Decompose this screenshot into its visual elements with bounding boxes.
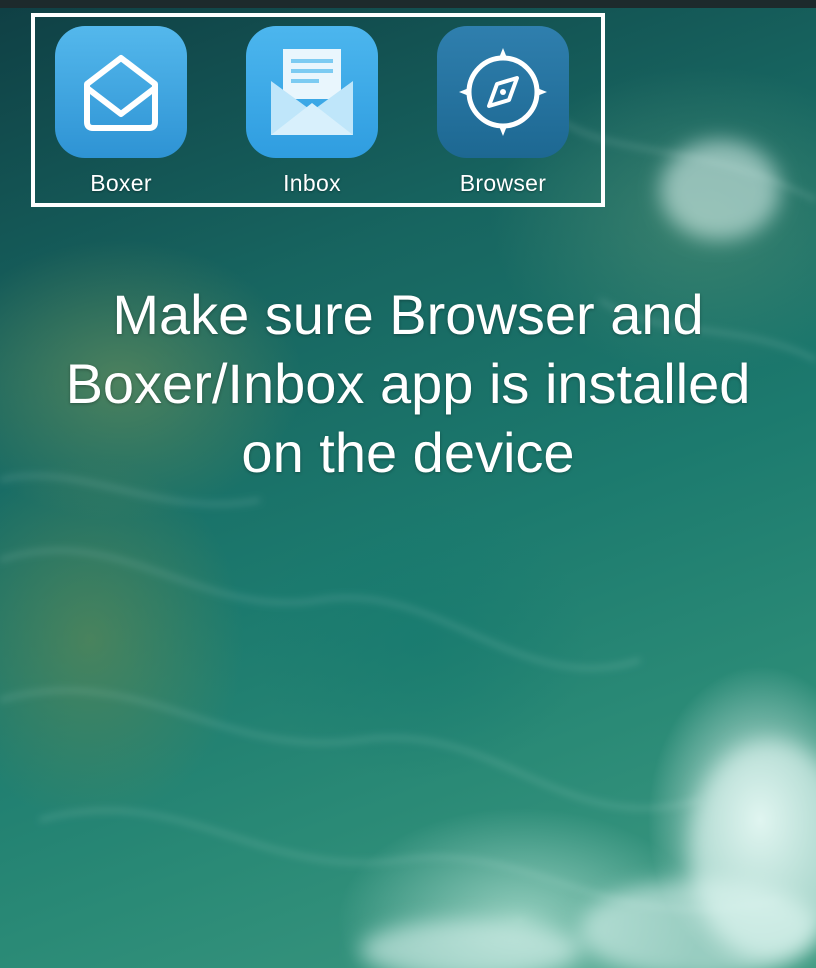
boxer-envelope-icon[interactable] xyxy=(55,26,187,158)
instruction-line: on the device xyxy=(241,421,575,484)
compass-icon[interactable] xyxy=(437,26,569,158)
install-instruction-text: Make sure Browser and Boxer/Inbox app is… xyxy=(20,280,796,487)
app-browser[interactable]: Browser xyxy=(437,26,569,197)
app-boxer[interactable]: Boxer xyxy=(55,26,187,197)
home-screen: Boxer Inbox Browser Make sure Browser an… xyxy=(0,0,816,968)
status-bar xyxy=(0,0,816,8)
app-label: Browser xyxy=(459,170,547,196)
app-label: Boxer xyxy=(90,170,152,196)
instruction-line: Boxer/Inbox app is installed xyxy=(65,352,751,415)
instruction-line: Make sure Browser and xyxy=(112,283,704,346)
app-label: Inbox xyxy=(283,170,341,196)
app-inbox[interactable]: Inbox xyxy=(246,26,378,197)
inbox-mail-icon[interactable] xyxy=(246,26,378,158)
